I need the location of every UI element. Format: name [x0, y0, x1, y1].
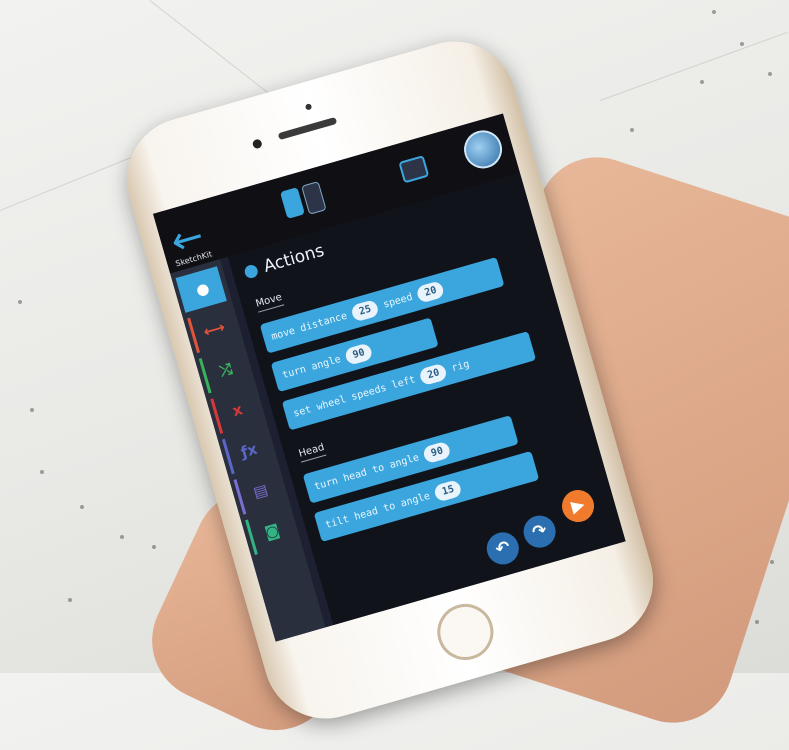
block-text: speed — [381, 291, 414, 311]
variables-icon[interactable]: ▤ — [233, 468, 285, 515]
section-label: Head — [297, 441, 327, 463]
device-icon[interactable] — [398, 155, 430, 184]
block-value-input[interactable]: 15 — [433, 478, 463, 503]
blocks-view-icon[interactable] — [279, 187, 305, 219]
block-text: left — [390, 373, 417, 391]
events-icon[interactable]: ⟷ — [187, 306, 239, 354]
block-text: distance — [298, 310, 349, 334]
sensing-icon[interactable]: ◙ — [245, 508, 297, 555]
block-text: move — [270, 325, 297, 343]
control-icon[interactable]: ⤮ — [198, 347, 251, 394]
block-text: angle — [388, 451, 421, 471]
functions-icon[interactable]: ƒx — [221, 427, 274, 475]
block-text: turn head to — [313, 461, 386, 493]
section-label: Move — [254, 291, 285, 313]
block-text: angle — [399, 490, 432, 510]
block-text: tilt head to — [324, 500, 397, 531]
actions-icon[interactable]: ● — [175, 266, 227, 313]
block-value-input[interactable]: 20 — [415, 279, 446, 304]
block-value-input[interactable]: 90 — [343, 341, 374, 366]
block-value-input[interactable]: 25 — [350, 298, 380, 322]
block-text: angle — [309, 353, 342, 373]
math-icon[interactable]: x — [210, 387, 262, 434]
block-text: rig — [450, 358, 471, 374]
flyout-title: Actions — [261, 240, 327, 277]
block-text: turn — [281, 363, 308, 381]
block-value-input[interactable]: 90 — [422, 440, 452, 464]
text-view-icon[interactable] — [301, 181, 327, 215]
actions-category-icon — [243, 263, 260, 280]
block-text: set wheel speeds — [292, 382, 388, 420]
avatar-icon[interactable] — [459, 125, 507, 173]
block-value-input[interactable]: 20 — [418, 362, 449, 386]
